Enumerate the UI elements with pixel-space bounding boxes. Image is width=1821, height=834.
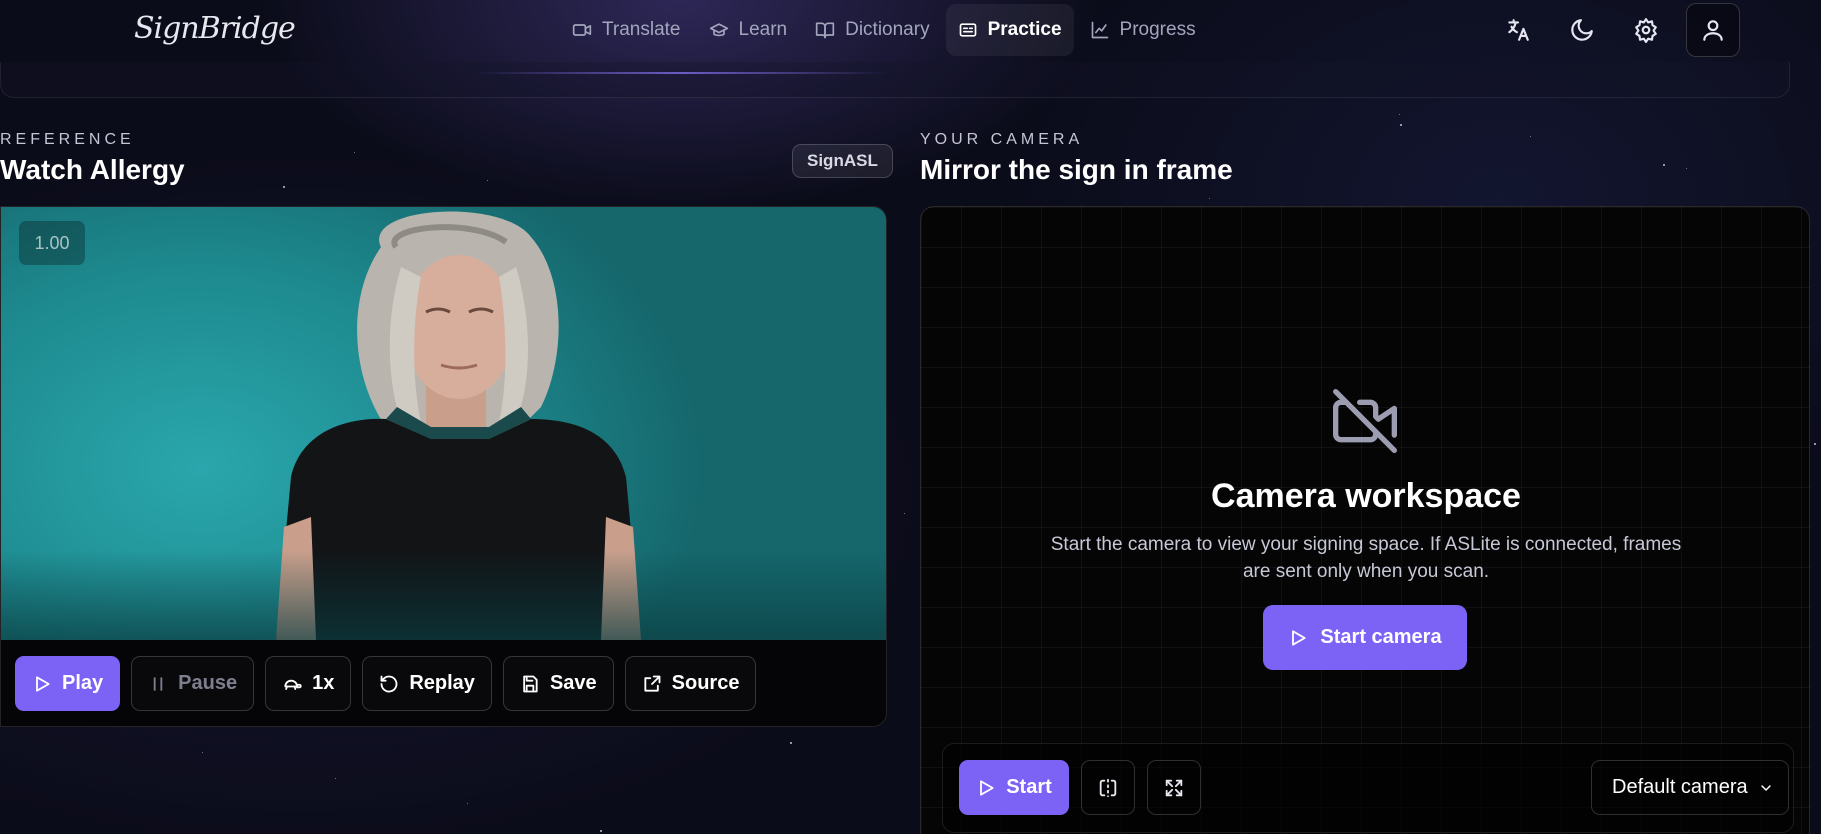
external-link-icon: [644, 675, 661, 692]
save-label: Save: [549, 672, 597, 694]
settings-button[interactable]: [1622, 3, 1670, 57]
star: [1814, 443, 1816, 445]
speed-button[interactable]: 1x: [265, 656, 352, 711]
expand-icon: [1165, 779, 1183, 796]
top-header: SignBridge Translate Learn Dictionary Pr…: [0, 0, 1821, 62]
star: [1209, 198, 1210, 199]
theme-toggle-button[interactable]: [1558, 3, 1606, 57]
nav-label: Translate: [602, 19, 681, 40]
user-icon: [1703, 20, 1723, 41]
nav-practice[interactable]: Practice: [945, 4, 1074, 56]
star: [1686, 168, 1687, 169]
play-button[interactable]: Play: [15, 656, 121, 711]
play-label: Play: [62, 672, 104, 694]
save-icon: [523, 675, 538, 692]
replay-label: Replay: [409, 672, 475, 694]
camera-device-value: Default camera: [1612, 776, 1748, 798]
star: [467, 803, 468, 804]
nav-progress[interactable]: Progress: [1078, 4, 1208, 56]
turtle-icon: [284, 679, 302, 690]
account-button[interactable]: [1686, 3, 1740, 57]
language-button[interactable]: [1494, 3, 1542, 57]
star: [1530, 136, 1531, 137]
logo-text: SignBridge: [134, 10, 296, 46]
reference-kicker: REFERENCE: [0, 131, 135, 148]
playback-controls: Play Pause 1x Replay Save Source: [15, 656, 757, 711]
nav-translate[interactable]: Translate: [560, 4, 693, 56]
pause-button[interactable]: Pause: [131, 656, 255, 711]
pause-label: Pause: [178, 672, 238, 694]
pause-icon: [153, 676, 163, 691]
nav-label: Practice: [987, 19, 1062, 40]
nav-label: Dictionary: [845, 19, 930, 40]
star: [1400, 124, 1402, 126]
replay-icon: [380, 675, 398, 692]
reference-video[interactable]: 1.00: [1, 207, 886, 640]
video-fade: [1, 550, 886, 640]
nav-label: Learn: [738, 19, 788, 40]
video-off-icon: [1333, 389, 1397, 453]
speed-label: 1x: [312, 672, 335, 694]
source-button[interactable]: Source: [624, 656, 757, 711]
logo[interactable]: SignBridge: [134, 4, 296, 52]
line-chart-icon: [1091, 21, 1108, 39]
reference-card: 1.00 Play Pause 1x Replay Save Source: [0, 206, 887, 727]
camera-toolbar: Start Default camera: [942, 743, 1794, 833]
star: [790, 742, 792, 744]
book-open-icon: [815, 22, 835, 39]
camera-title: Mirror the sign in frame: [920, 154, 1233, 185]
save-button[interactable]: Save: [502, 656, 614, 711]
replay-button[interactable]: Replay: [362, 656, 492, 711]
translate-icon: [1508, 19, 1529, 41]
start-button[interactable]: Start: [959, 760, 1069, 815]
star: [1663, 164, 1665, 166]
mirror-toggle-button[interactable]: [1081, 760, 1135, 815]
start-camera-button[interactable]: Start camera: [1263, 605, 1467, 670]
nav-learn[interactable]: Learn: [697, 4, 800, 56]
main-nav: Translate Learn Dictionary Practice Prog…: [560, 4, 1208, 56]
star: [335, 778, 336, 779]
header-actions: [1494, 2, 1740, 58]
start-camera-label: Start camera: [1320, 626, 1442, 648]
play-icon: [980, 779, 994, 796]
active-nav-underline: [474, 72, 890, 74]
source-badge: SignASL: [792, 144, 893, 178]
moon-icon: [1571, 19, 1593, 41]
video-icon: [572, 24, 592, 36]
camera-workspace-title: Camera workspace: [1211, 477, 1521, 515]
cards-icon: [959, 23, 976, 37]
camera-kicker: YOUR CAMERA: [920, 131, 1084, 148]
flip-horizontal-icon: [1099, 778, 1117, 797]
fullscreen-button[interactable]: [1147, 760, 1201, 815]
top-strip: [0, 62, 1790, 98]
star: [283, 186, 285, 188]
star: [1399, 114, 1400, 115]
camera-device-select[interactable]: Default camera: [1591, 760, 1789, 815]
source-label: Source: [671, 672, 740, 694]
star: [600, 830, 602, 832]
gear-icon: [1635, 18, 1657, 43]
star: [487, 180, 488, 181]
chevron-down-icon: [1760, 784, 1771, 791]
camera-card: Camera workspace Start the camera to vie…: [920, 206, 1810, 834]
graduation-cap-icon: [709, 23, 728, 37]
star: [354, 152, 355, 153]
start-label: Start: [1006, 776, 1052, 798]
star: [904, 513, 905, 514]
play-icon: [36, 675, 50, 692]
nav-dictionary[interactable]: Dictionary: [803, 4, 941, 56]
play-icon: [1292, 629, 1306, 646]
reference-title: Watch Allergy: [0, 154, 185, 185]
nav-label: Progress: [1119, 19, 1196, 40]
speed-readout: 1.00: [19, 221, 85, 265]
camera-workspace-description: Start the camera to view your signing sp…: [1050, 534, 1682, 582]
star: [202, 752, 203, 753]
